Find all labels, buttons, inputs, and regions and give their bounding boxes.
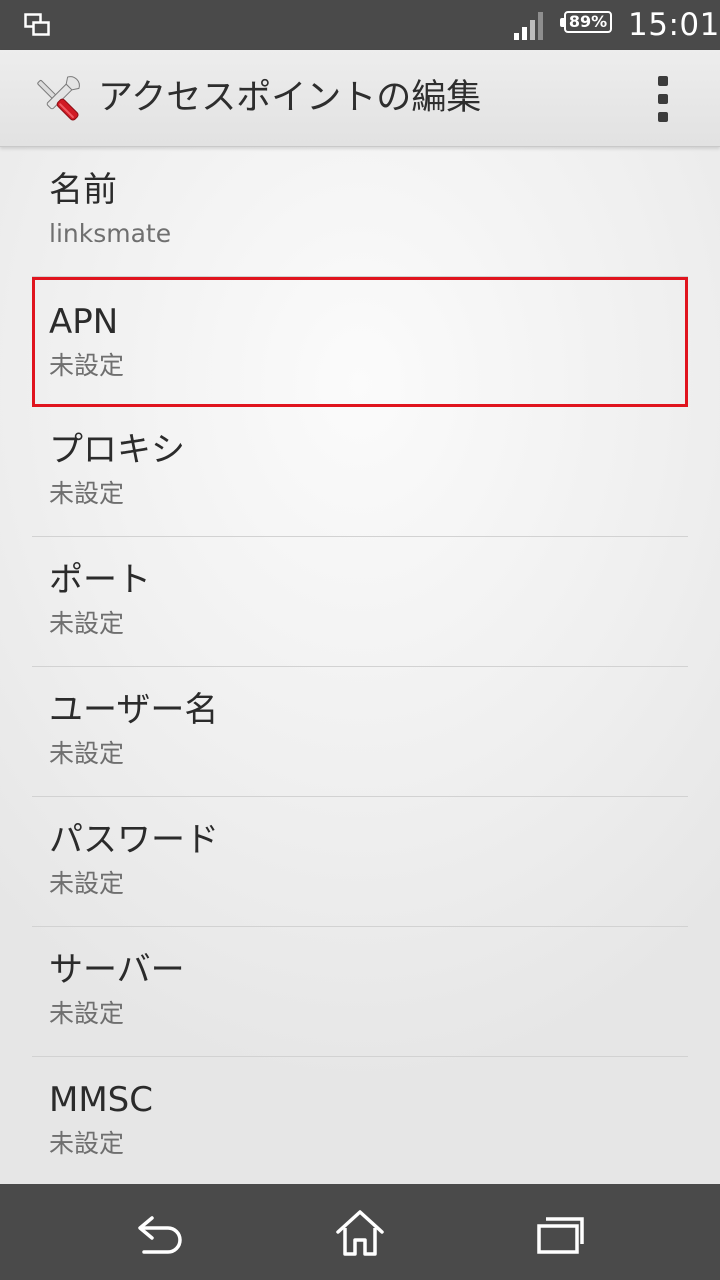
setting-value: 未設定: [49, 609, 125, 638]
battery-percent: 89%: [568, 12, 608, 31]
status-bar: 89% 15:01: [0, 0, 720, 50]
setting-value: 未設定: [49, 1129, 125, 1158]
setting-item-proxy[interactable]: プロキシ 未設定: [32, 407, 688, 537]
setting-title: プロキシ: [49, 430, 185, 470]
overflow-dot: [658, 94, 668, 104]
overflow-dot: [658, 76, 668, 86]
setting-item-apn[interactable]: APN 未設定: [32, 277, 688, 407]
setting-title: ユーザー名: [49, 690, 219, 730]
setting-item-username[interactable]: ユーザー名 未設定: [32, 667, 688, 797]
status-clock: 15:01: [628, 7, 720, 43]
back-icon[interactable]: [132, 1206, 188, 1258]
setting-item-server[interactable]: サーバー 未設定: [32, 927, 688, 1057]
navigation-bar: [0, 1184, 720, 1280]
recent-apps-icon[interactable]: [532, 1206, 588, 1258]
setting-value: 未設定: [49, 351, 125, 380]
setting-value: 未設定: [49, 999, 125, 1028]
setting-item-password[interactable]: パスワード 未設定: [32, 797, 688, 927]
setting-value: 未設定: [49, 739, 125, 768]
setting-value: 未設定: [49, 479, 125, 508]
setting-value: linksmate: [49, 219, 172, 248]
page-title: アクセスポイントの編集: [98, 78, 482, 118]
setting-title: MMSC: [49, 1080, 153, 1120]
cell-signal-icon: [514, 12, 543, 40]
overflow-menu-icon[interactable]: [638, 70, 690, 126]
setting-title: サーバー: [49, 950, 185, 990]
setting-title: APN: [49, 302, 119, 342]
setting-title: パスワード: [49, 820, 219, 860]
action-bar: アクセスポイントの編集: [0, 50, 720, 147]
setting-title: ポート: [49, 560, 151, 600]
tools-icon: [37, 76, 80, 121]
setting-item-mmsc[interactable]: MMSC 未設定: [32, 1057, 688, 1187]
home-icon[interactable]: [332, 1206, 388, 1258]
setting-item-name[interactable]: 名前 linksmate: [32, 147, 688, 277]
battery-icon: 89%: [560, 11, 616, 37]
screen-mirroring-icon: [24, 13, 50, 36]
overflow-dot: [658, 112, 668, 122]
setting-value: 未設定: [49, 869, 125, 898]
setting-title: 名前: [49, 170, 117, 210]
setting-item-port[interactable]: ポート 未設定: [32, 537, 688, 667]
